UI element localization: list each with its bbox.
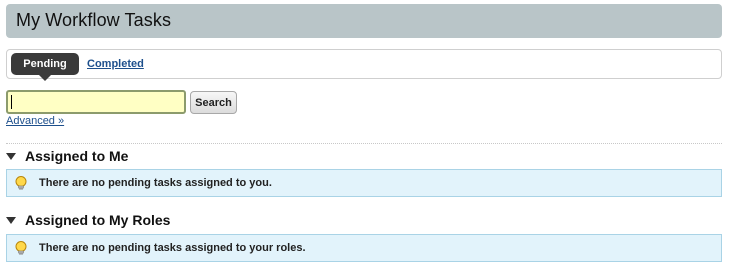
tab-pointer-icon bbox=[39, 75, 51, 81]
advanced-search-link[interactable]: Advanced » bbox=[6, 115, 64, 127]
section-title: Assigned to Me bbox=[25, 148, 129, 164]
section-assigned-to-my-roles-header[interactable]: Assigned to My Roles bbox=[6, 211, 170, 229]
tab-completed[interactable]: Completed bbox=[87, 58, 144, 70]
search-button[interactable]: Search bbox=[190, 91, 237, 114]
info-message-box: There are no pending tasks assigned to y… bbox=[6, 234, 722, 262]
info-message: There are no pending tasks assigned to y… bbox=[39, 242, 306, 254]
page-title: My Workflow Tasks bbox=[16, 10, 172, 30]
collapse-triangle-icon[interactable] bbox=[6, 152, 16, 160]
section-assigned-to-me-header[interactable]: Assigned to Me bbox=[6, 147, 128, 165]
info-message-box: There are no pending tasks assigned to y… bbox=[6, 169, 722, 197]
lightbulb-icon bbox=[15, 176, 27, 190]
collapse-triangle-icon[interactable] bbox=[6, 216, 16, 224]
title-bar: My Workflow Tasks bbox=[6, 4, 722, 38]
section-title: Assigned to My Roles bbox=[25, 212, 171, 228]
lightbulb-icon bbox=[15, 241, 27, 255]
tab-pending[interactable]: Pending bbox=[11, 53, 79, 81]
search-input[interactable] bbox=[6, 90, 186, 114]
tab-bar: Pending Completed bbox=[6, 49, 722, 81]
info-message: There are no pending tasks assigned to y… bbox=[39, 177, 272, 189]
text-caret bbox=[11, 95, 12, 109]
tab-pending-label: Pending bbox=[23, 58, 67, 70]
divider bbox=[6, 143, 722, 144]
